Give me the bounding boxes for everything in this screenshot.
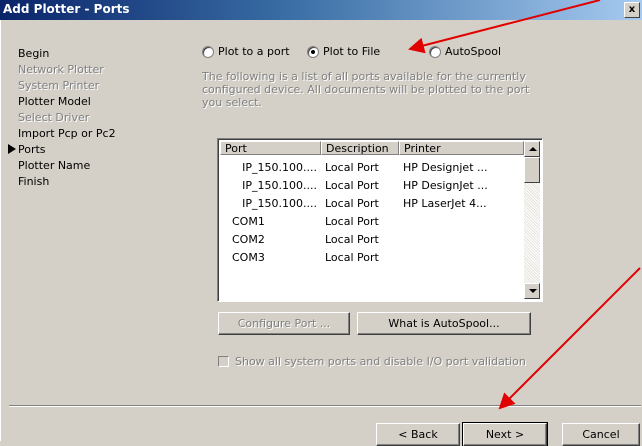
- ports-list-scrollbar[interactable]: [524, 141, 540, 299]
- port-cell: IP_150.100....: [242, 197, 317, 210]
- table-row[interactable]: IP_150.100.... Local Port HP LaserJet 4...: [220, 195, 524, 213]
- ports-list[interactable]: Port Description Printer IP_150.100.... L…: [217, 138, 543, 302]
- description-cell: Local Port: [325, 251, 379, 264]
- close-button[interactable]: x: [624, 2, 640, 18]
- printer-cell: HP Designjet ...: [403, 161, 488, 174]
- nav-item-network-plotter: Network Plotter: [18, 63, 104, 76]
- scroll-thumb[interactable]: [524, 157, 540, 183]
- configure-port-button[interactable]: Configure Port ...: [218, 312, 350, 335]
- table-row[interactable]: COM2 Local Port: [220, 231, 524, 249]
- ports-description: The following is a list of all ports ava…: [202, 70, 530, 109]
- description-cell: Local Port: [325, 161, 379, 174]
- radio-circle-icon: [202, 46, 214, 58]
- arrow-up-icon: [529, 147, 537, 151]
- table-row[interactable]: COM1 Local Port: [220, 213, 524, 231]
- table-row[interactable]: IP_150.100.... Local Port HP DesignJet ...: [220, 177, 524, 195]
- wizard-steps-nav: Begin Network Plotter System Printer Plo…: [8, 46, 168, 190]
- nav-item-import-pcp: Import Pcp or Pc2: [18, 127, 116, 140]
- show-all-ports-checkbox[interactable]: [218, 356, 229, 367]
- column-header-port[interactable]: Port: [220, 141, 321, 155]
- nav-item-finish: Finish: [18, 175, 50, 188]
- scroll-down-button[interactable]: [524, 283, 540, 299]
- nav-item-plotter-name: Plotter Name: [18, 159, 91, 172]
- port-cell: IP_150.100....: [242, 179, 317, 192]
- scroll-up-button[interactable]: [524, 141, 540, 157]
- radio-selected-icon: [307, 46, 319, 58]
- radio-circle-icon: [429, 46, 441, 58]
- plot-to-port-label: Plot to a port: [218, 45, 290, 58]
- port-cell: IP_150.100....: [242, 161, 317, 174]
- printer-cell: HP LaserJet 4...: [403, 197, 487, 210]
- printer-cell: HP DesignJet ...: [403, 179, 488, 192]
- dialog-body: Begin Network Plotter System Printer Plo…: [0, 20, 641, 446]
- footer-separator: [9, 405, 641, 407]
- current-step-arrow-icon: [8, 144, 16, 154]
- nav-item-ports-label: Ports: [18, 143, 46, 156]
- description-cell: Local Port: [325, 197, 379, 210]
- description-cell: Local Port: [325, 215, 379, 228]
- nav-item-plotter-model: Plotter Model: [18, 95, 91, 108]
- description-cell: Local Port: [325, 179, 379, 192]
- nav-item-begin: Begin: [18, 47, 50, 60]
- ports-list-header: Port Description Printer: [220, 141, 524, 157]
- description-cell: Local Port: [325, 233, 379, 246]
- plot-to-file-label: Plot to File: [323, 45, 381, 58]
- title-bar: Add Plotter - Ports x: [0, 0, 642, 20]
- autospool-label: AutoSpool: [445, 45, 502, 58]
- nav-item-select-driver: Select Driver: [18, 111, 90, 124]
- nav-item-ports: Ports: [8, 142, 168, 158]
- arrow-down-icon: [529, 289, 537, 293]
- window-title: Add Plotter - Ports: [3, 2, 130, 16]
- table-row[interactable]: IP_150.100.... Local Port HP Designjet ...: [220, 159, 524, 177]
- column-header-printer[interactable]: Printer: [399, 141, 524, 155]
- port-cell: COM3: [232, 251, 265, 264]
- what-is-autospool-button[interactable]: What is AutoSpool...: [357, 312, 531, 335]
- show-all-ports-label: Show all system ports and disable I/O po…: [235, 355, 526, 368]
- port-cell: COM1: [232, 215, 265, 228]
- table-row[interactable]: COM3 Local Port: [220, 249, 524, 267]
- column-header-description[interactable]: Description: [321, 141, 399, 155]
- port-cell: COM2: [232, 233, 265, 246]
- nav-item-system-printer: System Printer: [18, 79, 100, 92]
